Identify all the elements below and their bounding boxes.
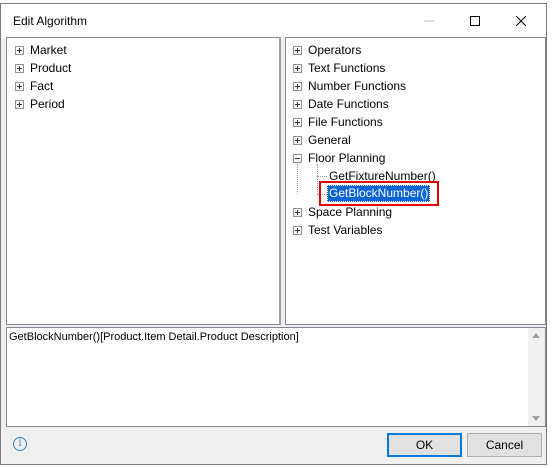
expand-icon[interactable] [293,207,302,217]
tree-node-file-functions[interactable]: File Functions [293,113,383,131]
expand-icon[interactable] [15,81,24,91]
scroll-down-icon[interactable] [532,416,540,421]
tree-node-date-functions[interactable]: Date Functions [293,95,389,113]
expand-icon[interactable] [15,63,24,73]
maximize-button[interactable] [452,4,498,38]
expand-icon[interactable] [293,225,302,235]
expand-icon[interactable] [293,135,302,145]
tree-connector [297,164,298,194]
tree-node-fact[interactable]: Fact [15,77,53,95]
tree-node-space-planning[interactable]: Space Planning [293,203,392,221]
expression-textarea[interactable]: GetBlockNumber()[Product.Item Detail.Pro… [6,327,546,427]
expression-text: GetBlockNumber()[Product.Item Detail.Pro… [9,331,299,343]
tree-node-operators[interactable]: Operators [293,41,361,59]
title-bar[interactable]: Edit Algorithm [1,4,546,38]
minimize-button[interactable] [406,4,452,38]
tree-node-label: Market [30,43,67,57]
tree-connector [317,176,327,177]
tree-node-label: Fact [30,79,54,93]
tree-node-label: File Functions [308,115,383,129]
tree-node-label: Test Variables [308,223,383,237]
tree-node-floor-planning[interactable]: Floor Planning [293,149,385,167]
expand-icon[interactable] [15,99,24,109]
ok-button[interactable]: OK [387,433,462,457]
tree-node-label: Space Planning [308,205,393,219]
tree-node-text-functions[interactable]: Text Functions [293,59,385,77]
tree-node-label: Date Functions [308,97,389,111]
tree-node-general[interactable]: General [293,131,351,149]
vertical-scrollbar[interactable] [528,328,545,426]
tree-node-label: Floor Planning [308,151,386,165]
window-title: Edit Algorithm [13,14,88,28]
expand-icon[interactable] [293,63,302,73]
tree-node-product[interactable]: Product [15,59,71,77]
tree-node-label: Period [30,97,65,111]
tree-node-test-variables[interactable]: Test Variables [293,221,382,239]
scroll-up-icon[interactable] [532,333,540,338]
close-icon [516,16,526,26]
expand-icon[interactable] [293,81,302,91]
tree-node-period[interactable]: Period [15,95,65,113]
expand-icon[interactable] [293,117,302,127]
tree-node-label: Product [30,61,72,75]
maximize-icon [470,16,480,26]
tree-node-label: General [308,133,351,147]
info-icon[interactable]: i [13,437,27,451]
tree-connector [317,164,318,194]
close-button[interactable] [498,4,544,38]
tree-node-market[interactable]: Market [15,41,67,59]
tree-node-label: Text Functions [308,61,386,75]
tree-node-get-block-number[interactable]: GetBlockNumber() [327,185,431,202]
expand-icon[interactable] [293,45,302,55]
tree-node-label: Operators [308,43,362,57]
tree-node-label: Number Functions [308,79,407,93]
expand-icon[interactable] [15,45,24,55]
cancel-button[interactable]: Cancel [467,433,542,457]
expand-icon[interactable] [293,99,302,109]
minimize-icon [424,20,434,22]
collapse-icon[interactable] [293,153,302,163]
tree-node-number-functions[interactable]: Number Functions [293,77,406,95]
